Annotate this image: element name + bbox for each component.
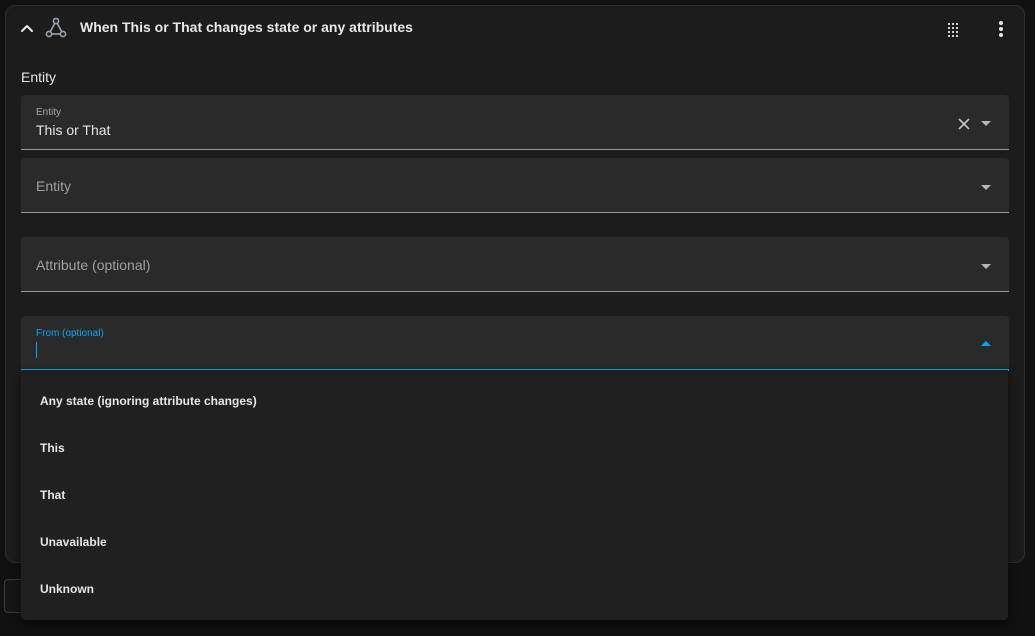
text-cursor [36, 342, 37, 358]
dropdown-option[interactable]: Unknown [21, 558, 1008, 605]
caret-down-icon[interactable] [981, 121, 991, 126]
attribute-select-placeholder: Attribute (optional) [36, 257, 151, 273]
dropdown-option[interactable]: Unavailable [21, 511, 1008, 558]
entity-select-1-value: This or That [36, 122, 111, 138]
entity-select-2-placeholder: Entity [36, 178, 72, 194]
entity-select-2[interactable]: Entity [21, 158, 1009, 213]
dropdown-option[interactable]: Any state (ignoring attribute changes) [21, 370, 1008, 417]
chevron-up-icon[interactable] [17, 18, 37, 38]
trigger-title: When This or That changes state or any a… [80, 19, 413, 35]
entity-section-label: Entity [21, 69, 57, 85]
attribute-select[interactable]: Attribute (optional) [21, 237, 1009, 292]
caret-down-icon[interactable] [981, 185, 991, 190]
dropdown-option[interactable]: This [21, 417, 1008, 464]
drag-handle-icon[interactable] [943, 18, 965, 40]
entity-select-1-label: Entity [36, 107, 62, 118]
from-state-input[interactable]: From (optional) [21, 316, 1009, 371]
trigger-header[interactable]: When This or That changes state or any a… [6, 6, 1024, 52]
close-icon[interactable] [957, 117, 971, 131]
more-vertical-icon[interactable] [990, 18, 1012, 40]
caret-up-icon[interactable] [981, 341, 991, 346]
state-trigger-icon [45, 17, 67, 38]
dropdown-option[interactable]: That [21, 464, 1008, 511]
entity-select-1[interactable]: Entity This or That [21, 95, 1009, 150]
from-state-label: From (optional) [36, 328, 104, 339]
caret-down-icon[interactable] [981, 264, 991, 269]
from-state-dropdown: Any state (ignoring attribute changes) T… [21, 370, 1008, 620]
